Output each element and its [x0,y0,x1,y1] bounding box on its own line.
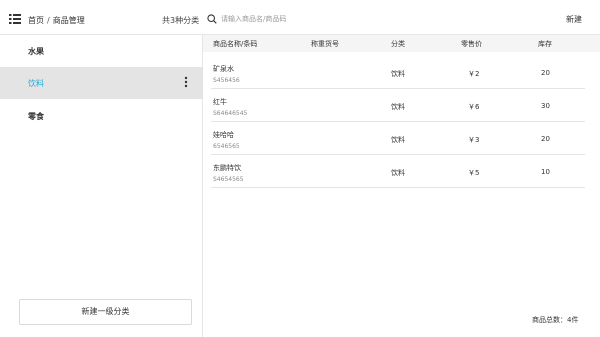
product-category: 饮料 [391,136,405,144]
category-label: 零食 [28,112,44,121]
product-price: ￥3 [468,136,480,144]
category-label: 饮料 [28,79,44,88]
breadcrumb-home[interactable]: 首页 [28,16,44,25]
search-input[interactable] [221,13,521,25]
category-label: 水果 [28,47,44,56]
add-category-button[interactable]: 新建一级分类 [19,299,192,325]
category-count: 共3种分类 [162,16,200,25]
search-box[interactable] [207,13,527,26]
table-row[interactable]: 东鹏特饮 S4654565 饮料 ￥5 10 [211,155,585,188]
column-header-weigh-code: 称重货号 [311,40,339,48]
table-header: 商品名称/条码 称重货号 分类 零售价 库存 [203,35,600,52]
column-header-category: 分类 [391,40,405,48]
product-name: 红牛 [213,98,227,106]
product-price: ￥6 [468,103,480,111]
top-bar: 首页/商品管理 共3种分类 新建 [0,0,600,35]
new-product-button[interactable]: 新建 [566,14,582,25]
product-stock: 20 [541,135,550,143]
column-header-price: 零售价 [461,40,482,48]
search-icon [207,14,217,24]
breadcrumb-separator: / [47,16,50,25]
product-barcode: S456456 [213,77,240,84]
product-category: 饮料 [391,169,405,177]
category-sidebar: 水果 饮料 零食 新建一级分类 [0,35,203,337]
product-category: 饮料 [391,70,405,78]
product-barcode: S64646545 [213,110,248,117]
menu-icon[interactable] [9,14,21,24]
product-stock: 10 [541,168,550,176]
product-total: 商品总数：4件 [532,316,579,324]
category-item-drinks[interactable]: 饮料 [0,67,203,99]
category-item-fruit[interactable]: 水果 [0,35,203,67]
table-row[interactable]: 娃哈哈 6546565 饮料 ￥3 20 [211,122,585,155]
column-header-name: 商品名称/条码 [213,40,258,48]
category-item-snacks[interactable]: 零食 [0,100,203,132]
product-barcode: 6546565 [213,143,240,150]
breadcrumb: 首页 / 商品管理 [28,15,85,26]
product-price: ￥5 [468,169,480,177]
table-row[interactable]: 红牛 S64646545 饮料 ￥6 30 [211,89,585,122]
product-name: 矿泉水 [213,65,234,73]
more-options-icon[interactable] [183,75,189,89]
table-row[interactable]: 矿泉水 S456456 饮料 ￥2 20 [211,56,585,89]
product-name: 娃哈哈 [213,131,234,139]
product-category: 饮料 [391,103,405,111]
breadcrumb-current: 商品管理 [52,16,85,25]
product-table: 商品名称/条码 称重货号 分类 零售价 库存 矿泉水 S456456 饮料 ￥2… [203,35,600,337]
product-name: 东鹏特饮 [213,164,241,172]
product-stock: 20 [541,69,550,77]
product-barcode: S4654565 [213,176,244,183]
product-price: ￥2 [468,70,480,78]
product-stock: 30 [541,102,550,110]
column-header-stock: 库存 [538,40,552,48]
